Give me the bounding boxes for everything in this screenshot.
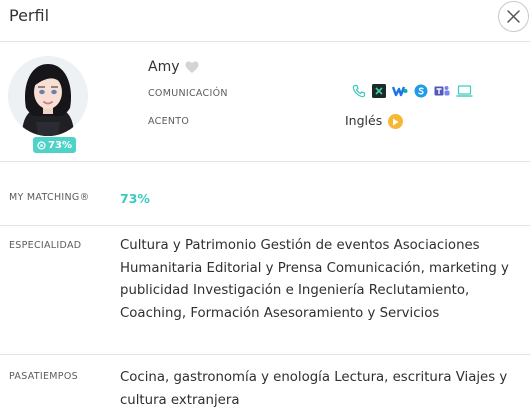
laptop-icon[interactable]	[456, 84, 473, 98]
matching-label: MY MATCHING®	[9, 192, 90, 203]
matching-value: 73%	[120, 191, 150, 206]
skype-icon[interactable]	[414, 84, 428, 98]
webex-icon[interactable]	[392, 84, 408, 98]
close-icon	[507, 10, 520, 23]
profile-section: 73% Amy COMUNICACIÓN ACENTO Inglés	[0, 42, 530, 162]
page-title: Perfil	[9, 6, 50, 25]
phone-icon[interactable]	[352, 84, 366, 98]
matching-row: MY MATCHING® 73%	[0, 162, 530, 226]
profile-name: Amy	[148, 59, 180, 75]
avatar	[8, 56, 88, 136]
specialty-row: ESPECIALIDAD Cultura y Patrimonio Gestió…	[0, 226, 530, 355]
target-icon	[37, 140, 46, 150]
header: Perfil	[0, 0, 530, 42]
play-icon	[393, 118, 399, 125]
hobbies-text: Cocina, gastronomía y enología Lectura, …	[120, 370, 508, 408]
play-accent-button[interactable]	[388, 114, 403, 129]
communication-label: COMUNICACIÓN	[148, 88, 228, 99]
accent-label: ACENTO	[148, 116, 190, 127]
hobbies-row: PASATIEMPOS Cocina, gastronomía y enolog…	[0, 355, 530, 417]
match-badge-value: 73%	[48, 139, 72, 151]
teams-icon[interactable]	[434, 84, 450, 98]
accent-value: Inglés	[345, 113, 383, 128]
zoom-like-icon[interactable]	[372, 84, 386, 98]
close-button[interactable]	[498, 1, 529, 32]
communication-icons	[352, 82, 473, 100]
specialty-label: ESPECIALIDAD	[9, 240, 82, 251]
heart-icon[interactable]	[185, 61, 199, 74]
specialty-text: Cultura y Patrimonio Gestión de eventos …	[120, 238, 509, 321]
hobbies-label: PASATIEMPOS	[9, 371, 78, 382]
match-badge: 73%	[33, 137, 76, 153]
